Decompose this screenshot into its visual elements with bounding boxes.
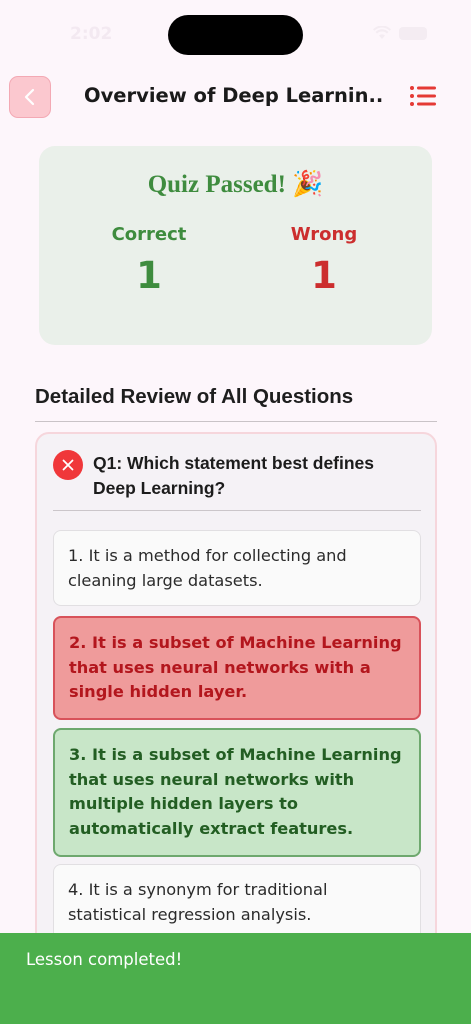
answer-option: 1. It is a method for collecting and cle… — [53, 530, 421, 606]
page-title: Overview of Deep Learnin... — [84, 84, 384, 107]
correct-count: 1 — [136, 254, 162, 297]
snackbar: Lesson completed! — [0, 933, 471, 1024]
app-bar: Overview of Deep Learnin... — [0, 74, 471, 120]
answer-option-selected-wrong: 2. It is a subset of Machine Learning th… — [53, 616, 421, 720]
divider — [35, 421, 437, 422]
quiz-result-title: Quiz Passed! 🎉 — [147, 171, 324, 198]
question-card: Q1: Which statement best defines Deep Le… — [35, 432, 437, 952]
divider — [53, 510, 421, 511]
back-button[interactable] — [9, 76, 51, 118]
wrong-answer-badge — [53, 450, 83, 480]
quiz-result-card: Quiz Passed! 🎉 Correct 1 Wrong 1 — [39, 146, 432, 345]
dynamic-island — [168, 15, 303, 55]
close-icon — [62, 459, 74, 471]
battery-icon — [399, 26, 427, 40]
status-bar: 2:02 — [0, 0, 471, 60]
answer-option: 4. It is a synonym for traditional stati… — [53, 864, 421, 942]
snackbar-message: Lesson completed! — [26, 950, 183, 969]
correct-label: Correct — [111, 224, 187, 245]
wrong-count: 1 — [311, 254, 337, 297]
chevron-left-icon — [24, 88, 35, 106]
status-time: 2:02 — [70, 24, 113, 44]
list-menu-icon[interactable] — [408, 84, 438, 110]
wrong-label: Wrong — [290, 224, 358, 245]
wifi-icon — [373, 26, 391, 39]
status-icons — [373, 26, 427, 40]
review-heading: Detailed Review of All Questions — [35, 385, 354, 408]
answer-option-correct: 3. It is a subset of Machine Learning th… — [53, 728, 421, 857]
question-text: Q1: Which statement best defines Deep Le… — [93, 453, 375, 498]
